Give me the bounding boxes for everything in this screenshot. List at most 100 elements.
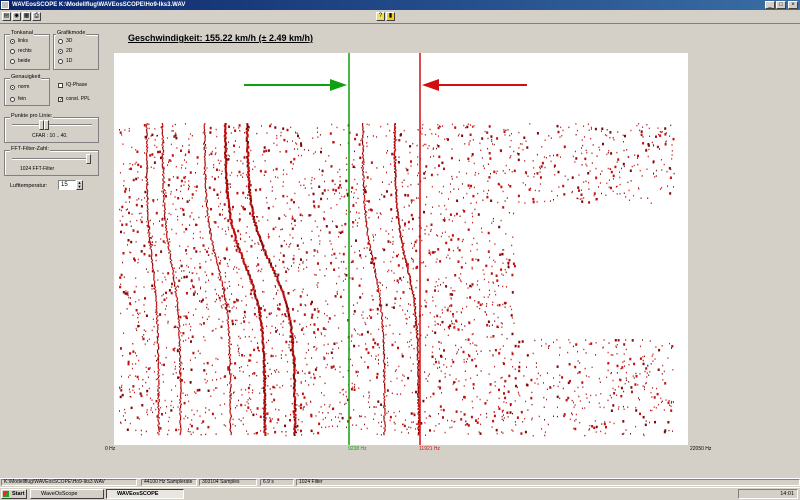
spectrum-icon[interactable]: ▦ xyxy=(22,12,31,21)
spectrogram-dot xyxy=(330,365,332,368)
punkte-slider-track[interactable] xyxy=(12,124,92,126)
spectrogram-dot xyxy=(344,246,346,248)
spectrogram-dot xyxy=(257,431,258,434)
taskbar-item-waveosscope[interactable]: WaveOsScope xyxy=(30,489,104,499)
help-button[interactable]: ? xyxy=(376,12,385,21)
genauigkeit-option-fein[interactable]: fein xyxy=(10,96,26,102)
spectrogram-dot xyxy=(250,398,252,400)
fft-slider-thumb[interactable] xyxy=(86,154,91,164)
spectrogram-dot xyxy=(386,171,387,174)
spectrogram-dot xyxy=(120,312,122,315)
spectrogram-dot xyxy=(216,293,217,295)
spectrogram-dot xyxy=(295,131,296,134)
punkte-slider-thumb-high[interactable] xyxy=(44,120,49,130)
spectrogram-dot xyxy=(217,197,219,199)
exit-icon[interactable]: ▮ xyxy=(386,12,395,21)
spectrogram-dot xyxy=(664,382,667,385)
spectrogram-dot xyxy=(157,352,159,355)
spectrogram-dot xyxy=(624,134,626,138)
spectrogram-dot xyxy=(515,384,517,388)
spectrogram-dot xyxy=(519,361,521,364)
spectrogram-dot xyxy=(556,406,558,409)
spectrogram-dot xyxy=(502,249,504,251)
record-icon[interactable]: ◉ xyxy=(12,12,21,21)
spectrogram-dot xyxy=(179,357,181,359)
spectrogram-dot xyxy=(348,358,349,361)
iq-phase-checkbox[interactable]: IQ-Phase xyxy=(58,82,87,88)
spectrogram-dot xyxy=(487,296,489,298)
spectrogram-dot xyxy=(494,320,496,322)
maximize-button[interactable]: □ xyxy=(776,1,786,9)
spectrogram-dot xyxy=(226,309,228,311)
spectrogram-dot xyxy=(174,283,176,286)
spectrogram-dot xyxy=(347,336,350,339)
spectrogram-dot xyxy=(224,281,226,284)
grafikmode-option-1d[interactable]: 1D xyxy=(58,58,72,64)
spectrogram-dot xyxy=(384,375,386,377)
spectrogram-dot xyxy=(504,379,507,383)
const-ppl-checkbox[interactable]: ✓ const. PPL xyxy=(58,96,90,102)
spectrogram-dot xyxy=(458,159,460,162)
spectrogram-dot xyxy=(619,378,622,382)
genauigkeit-option-norm[interactable]: norm xyxy=(10,84,29,90)
spectrogram-dot xyxy=(530,396,533,400)
spectrogram-dot xyxy=(149,244,151,247)
spectrogram-dot xyxy=(489,256,491,259)
temperature-spinner[interactable]: ▲ ▼ xyxy=(76,180,83,190)
spectrogram-dot xyxy=(502,170,504,172)
temperature-input[interactable]: 15 xyxy=(58,180,76,190)
spectrogram-dot xyxy=(198,279,200,281)
spectrogram-dot xyxy=(479,288,481,291)
fft-slider-track[interactable] xyxy=(12,158,90,160)
open-icon[interactable]: ▤ xyxy=(2,12,11,21)
spectrogram-dot xyxy=(381,321,383,323)
spectrogram-dot xyxy=(285,243,287,245)
spectrogram-dot xyxy=(170,160,172,162)
spectrogram-dot xyxy=(534,173,536,175)
spectrogram-dot xyxy=(342,305,344,308)
spectrogram-dot xyxy=(379,294,381,296)
spectrogram-dot xyxy=(642,362,645,366)
print-icon[interactable]: ⎙ xyxy=(32,12,41,21)
spectrogram-dot xyxy=(294,192,296,195)
spectrogram-dot xyxy=(282,173,284,176)
spectrogram-dot xyxy=(180,403,182,406)
spectrogram-dot xyxy=(167,164,168,166)
spectrogram-dot xyxy=(142,385,144,387)
spectrogram-plot[interactable] xyxy=(114,53,688,445)
spectrogram-dot xyxy=(370,261,373,264)
spectrogram-dot xyxy=(146,136,148,139)
grafikmode-option-3d[interactable]: 3D xyxy=(58,38,72,44)
spectrogram-dot xyxy=(365,219,367,221)
spectrogram-dot xyxy=(144,197,146,199)
spectrogram-dot xyxy=(179,396,182,398)
spectrogram-dot xyxy=(529,123,531,125)
spectrogram-dot xyxy=(207,219,209,221)
spectrogram-dot xyxy=(460,266,463,269)
tonkanal-option-links[interactable]: links xyxy=(10,38,28,44)
spectrogram-dot xyxy=(302,262,304,264)
spectrogram-dot xyxy=(163,363,165,367)
spectrogram-dot xyxy=(142,337,145,341)
tonkanal-option-beide[interactable]: beide xyxy=(10,58,30,64)
taskbar-item-waveosscope-active[interactable]: WAVEosSCOPE xyxy=(106,489,184,499)
grafikmode-option-2d[interactable]: 2D xyxy=(58,48,72,54)
spectrogram-dot xyxy=(304,178,306,180)
spectrogram-dot xyxy=(136,329,138,332)
spectrogram-dot xyxy=(135,309,138,312)
tonkanal-option-rechts[interactable]: rechts xyxy=(10,48,32,54)
spectrogram-dot xyxy=(591,128,592,130)
spectrogram-dot xyxy=(300,403,303,406)
minimize-button[interactable]: _ xyxy=(765,1,775,9)
spectrogram-dot xyxy=(161,190,163,193)
close-button[interactable]: × xyxy=(788,1,798,9)
spectrogram-dot xyxy=(260,430,262,432)
spectrogram-dot xyxy=(577,372,579,374)
spectrogram-dot xyxy=(480,423,482,426)
spectrogram-dot xyxy=(216,387,218,389)
spectrogram-dot xyxy=(229,358,231,361)
spectrogram-dot xyxy=(606,129,608,131)
spectrogram-dot xyxy=(313,308,316,311)
spectrogram-dot xyxy=(180,190,182,193)
fft-group xyxy=(4,150,99,176)
